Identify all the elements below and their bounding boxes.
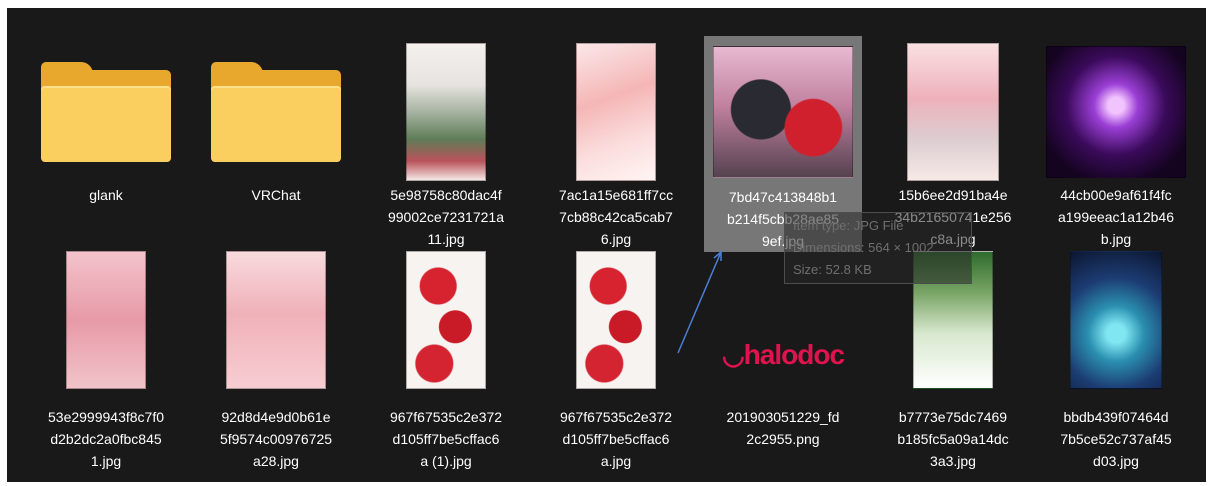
tooltip-type: Item type: JPG File (793, 218, 904, 233)
image-thumbnail (907, 43, 999, 181)
file-grid: glank VRChat 5e98758c80dac4f 99002ce7231… (7, 8, 1206, 482)
file-item-image[interactable]: 15b6ee2d91ba4e 34b21650741e256 c8a.jpg (874, 24, 1032, 247)
file-item-image[interactable]: 967f67535c2e372 d105ff7be5cffac6 a.jpg (537, 246, 695, 469)
tooltip-size: Size: 52.8 KB (793, 262, 872, 277)
image-thumbnail (713, 46, 853, 178)
file-name: VRChat (251, 187, 301, 203)
file-name: 967f67535c2e372 d105ff7be5cffac6 a.jpg (559, 409, 673, 469)
file-name: 201903051229_fd 2c2955.png (726, 409, 840, 447)
file-item-image[interactable]: bbdb439f07464d 7b5ce52c737af45 d03.jpg (1037, 246, 1195, 469)
image-thumbnail (576, 43, 656, 181)
file-name: 5e98758c80dac4f 99002ce7231721a 11.jpg (387, 187, 504, 247)
file-name: 53e2999943f8c7f0 d2b2dc2a0fbc845 1.jpg (48, 409, 164, 469)
file-name: 7ac1a15e681ff7cc 7cb88c42ca5cab7 6.jpg (558, 187, 674, 247)
file-item-vrchat[interactable]: VRChat (197, 24, 355, 240)
folder-icon (211, 62, 341, 162)
file-item-image[interactable]: 7ac1a15e681ff7cc 7cb88c42ca5cab7 6.jpg (537, 24, 695, 247)
file-item-glank[interactable]: glank (27, 24, 185, 240)
image-thumbnail (406, 251, 486, 389)
image-thumbnail (66, 251, 146, 389)
file-name: b7773e75dc7469 b185fc5a09a14dc 3a3.jpg (897, 409, 1009, 469)
file-item-image[interactable]: 967f67535c2e372 d105ff7be5cffac6 a (1).j… (367, 246, 525, 469)
file-item-image[interactable]: 5e98758c80dac4f 99002ce7231721a 11.jpg (367, 24, 525, 247)
file-item-image[interactable]: 44cb00e9af61f4fc a199eeac1a12b46 b.jpg (1037, 24, 1195, 247)
file-name: 44cb00e9af61f4fc a199eeac1a12b46 b.jpg (1057, 187, 1174, 247)
image-thumbnail (1070, 251, 1162, 389)
file-item-image[interactable]: 92d8d4e9d0b61e 5f9574c00976725 a28.jpg (197, 246, 355, 469)
halodoc-logo: ◡halodoc (721, 339, 845, 370)
file-name: glank (89, 187, 123, 203)
file-name: 967f67535c2e372 d105ff7be5cffac6 a (1).j… (389, 409, 503, 469)
file-name: 92d8d4e9d0b61e 5f9574c00976725 a28.jpg (219, 409, 333, 469)
file-name: bbdb439f07464d 7b5ce52c737af45 d03.jpg (1060, 409, 1172, 469)
folder-icon (41, 62, 171, 162)
file-info-tooltip: Item type: JPG File Dimensions: 564 × 10… (784, 212, 972, 284)
image-thumbnail (406, 43, 486, 181)
image-thumbnail (226, 251, 326, 389)
file-item-image[interactable]: 53e2999943f8c7f0 d2b2dc2a0fbc845 1.jpg (27, 246, 185, 469)
image-thumbnail (576, 251, 656, 389)
image-thumbnail (1046, 46, 1186, 178)
tooltip-dimensions: Dimensions: 564 × 1002 (793, 240, 934, 255)
